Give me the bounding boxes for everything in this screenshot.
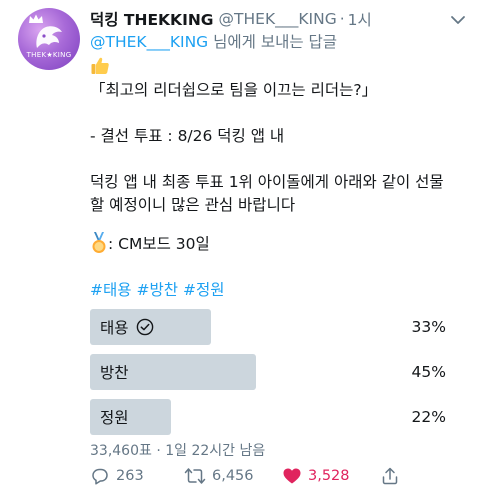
hashtags: #태용 #방찬 #정원 [90, 278, 230, 300]
reply-button[interactable]: 263 [90, 466, 144, 486]
poll-option-label: 방찬 [100, 364, 129, 382]
poll-option[interactable]: 방찬 45% [90, 354, 458, 390]
poll-option[interactable]: 정원 22% [90, 399, 458, 435]
tweet-text-line: - 결선 투표 : 8/26 덕킹 앱 내 [90, 127, 285, 145]
poll: 태용 33% 방찬 45% 정원 22% [90, 309, 458, 444]
header-separator: · [339, 10, 345, 28]
like-button[interactable]: 3,528 [282, 466, 350, 486]
avatar-brand-text: THEK★KING [26, 51, 72, 59]
reply-suffix: 님에게 보내는 답글 [208, 33, 338, 51]
tweet-text-line: 덕킹 앱 내 최종 투표 1위 아이돌에게 아래와 같이 선물 [90, 173, 444, 191]
like-count: 3,528 [308, 468, 350, 484]
author-handle[interactable]: @THEK___KING [219, 10, 337, 28]
chevron-down-icon[interactable] [448, 10, 468, 30]
poll-option-percent: 33% [411, 318, 446, 336]
tweet-text-line: 할 예정이니 많은 관심 바랍니다 [90, 196, 296, 214]
hashtag-link[interactable]: #방찬 [137, 281, 179, 299]
share-button[interactable] [380, 466, 406, 486]
hashtag-link[interactable]: #정원 [183, 281, 225, 299]
hashtag-link[interactable]: #태용 [90, 281, 132, 299]
poll-option-percent: 22% [411, 408, 446, 426]
reply-count: 263 [116, 468, 144, 484]
author-name[interactable]: 덕킹 THEKKING [90, 8, 214, 30]
poll-option-label: 정원 [100, 409, 129, 427]
poll-option-label: 태용 [100, 319, 129, 337]
tweet-header: 덕킹 THEKKING @THEK___KING · 1시 [90, 8, 440, 30]
tweet-time[interactable]: 1시 [348, 8, 372, 30]
logo-icon [36, 26, 62, 48]
poll-option[interactable]: 태용 33% [90, 309, 458, 345]
replying-to: @THEK___KING 님에게 보내는 답글 [90, 30, 337, 52]
poll-option-percent: 45% [411, 363, 446, 381]
avatar[interactable]: THEK★KING [18, 8, 80, 70]
retweet-button[interactable]: 6,456 [184, 466, 254, 486]
share-icon [382, 467, 398, 485]
reply-mention-link[interactable]: @THEK___KING [90, 33, 208, 51]
poll-meta: 33,460표 · 1일 22시간 남음 [90, 443, 266, 459]
retweet-icon [184, 468, 206, 484]
tweet-text-line: 「최고의 리더쉽으로 팀을 이끄는 리더는?」 [90, 81, 378, 99]
reply-icon [92, 468, 108, 485]
medal-icon [92, 232, 106, 253]
tweet-actions: 263 6,456 3,528 [90, 466, 460, 489]
tweet-text-line: : CM보드 30일 [108, 235, 210, 253]
check-circle-icon [136, 318, 153, 336]
heart-icon [283, 468, 301, 484]
retweet-count: 6,456 [212, 468, 254, 484]
